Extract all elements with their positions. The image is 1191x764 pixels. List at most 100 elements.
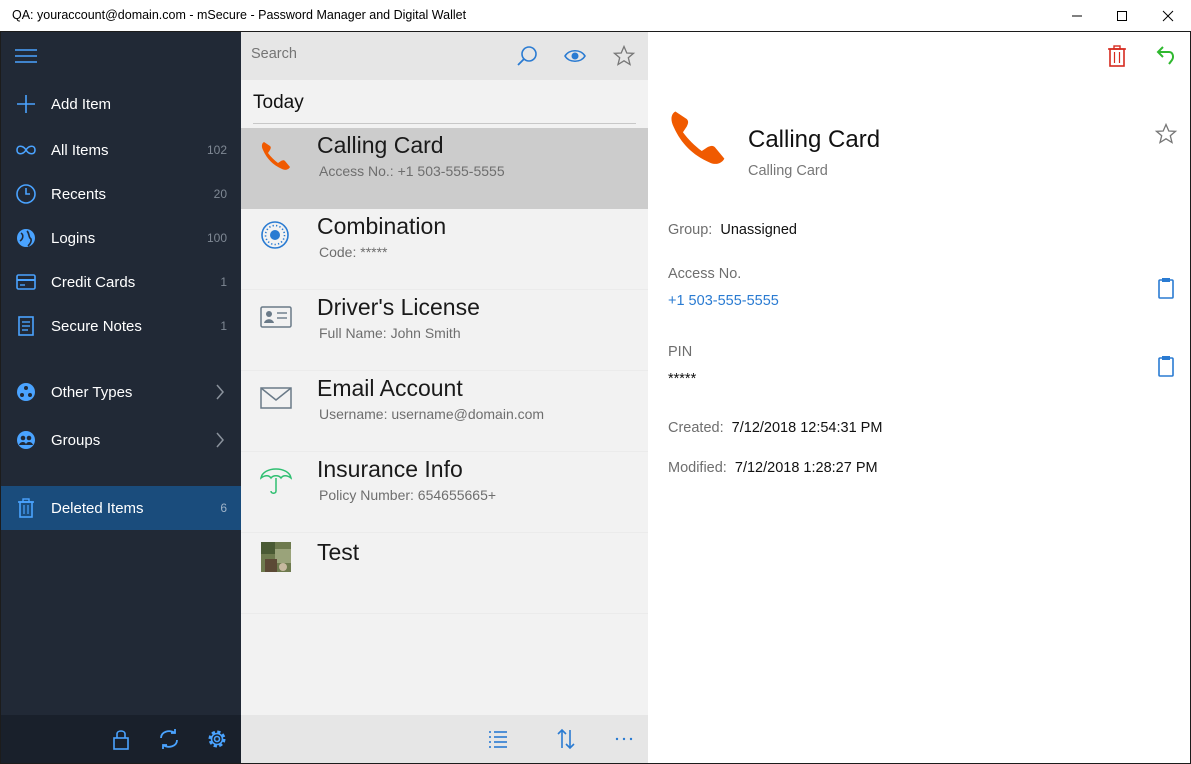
pin-value: *****: [668, 371, 697, 387]
list-item-title: Insurance Info: [317, 456, 463, 482]
sidebar-item-all-items[interactable]: All Items 102: [1, 128, 241, 172]
section-divider: [253, 123, 636, 124]
list-item-combination[interactable]: Combination Code: *****: [241, 209, 648, 290]
item-name: Calling Card: [748, 126, 881, 153]
item-count: 102: [206, 143, 227, 157]
item-count: 20: [213, 187, 227, 201]
search-bar: [241, 32, 648, 80]
chevron-right-icon: [216, 384, 224, 400]
list-item-subtitle: Access No.: +1 503-555-5555: [319, 163, 505, 179]
maximize-button[interactable]: [1099, 0, 1145, 32]
search-icon[interactable]: [515, 44, 539, 68]
access-number-label: Access No.: [668, 266, 742, 282]
list-item-subtitle: Full Name: John Smith: [319, 325, 461, 341]
list-view-icon[interactable]: [486, 727, 510, 751]
calling-card-phone-icon: [671, 111, 725, 164]
id-card-icon: [260, 306, 292, 328]
window-title: QA: youraccount@domain.com - mSecure - P…: [12, 8, 467, 22]
sidebar-item-secure-notes[interactable]: Secure Notes 1: [1, 304, 241, 348]
sidebar-item-label: Groups: [51, 431, 101, 449]
pin-label: PIN: [668, 344, 693, 360]
group-label: Group:: [668, 222, 713, 238]
list-item-email-account[interactable]: Email Account Username: username@domain.…: [241, 371, 648, 452]
created-field: Created: 7/12/2018 12:54:31 PM: [668, 420, 882, 436]
list-item-test[interactable]: Test: [241, 533, 648, 614]
item-count: 1: [220, 319, 227, 333]
sidebar-item-label: Deleted Items: [51, 499, 144, 517]
copy-clipboard-icon[interactable]: [1154, 276, 1178, 300]
infinity-icon: [16, 145, 36, 155]
list-item-drivers-license[interactable]: Driver's License Full Name: John Smith: [241, 290, 648, 371]
undo-icon[interactable]: [1153, 44, 1177, 68]
sidebar-item-deleted-items[interactable]: Deleted Items 6: [1, 486, 241, 530]
created-value: 7/12/2018 12:54:31 PM: [731, 420, 883, 436]
sidebar-item-add-item[interactable]: Add Item: [1, 82, 241, 126]
access-number-value[interactable]: +1 503-555-5555: [668, 293, 779, 309]
list-item-calling-card[interactable]: Calling Card Access No.: +1 503-555-5555: [241, 128, 648, 209]
sidebar-item-label: Credit Cards: [51, 273, 136, 291]
sidebar-item-credit-cards[interactable]: Credit Cards 1: [1, 260, 241, 304]
item-count: 1: [220, 275, 227, 289]
sidebar-item-groups[interactable]: Groups: [1, 418, 241, 462]
sidebar-item-logins[interactable]: Logins 100: [1, 216, 241, 260]
copy-clipboard-icon[interactable]: [1154, 354, 1178, 378]
list-item-subtitle: Username: username@domain.com: [319, 406, 545, 422]
other-types-icon: [17, 383, 35, 401]
clock-icon: [16, 184, 36, 204]
list-item-title: Test: [317, 539, 360, 565]
modified-label: Modified:: [668, 460, 727, 476]
umbrella-icon: [259, 468, 293, 494]
settings-icon[interactable]: [205, 727, 229, 751]
globe-icon: [17, 229, 35, 247]
sidebar-item-label: Secure Notes: [51, 317, 142, 335]
groups-icon: [17, 431, 35, 449]
list-item-insurance-info[interactable]: Insurance Info Policy Number: 654655665+: [241, 452, 648, 533]
favorite-star-icon[interactable]: [1154, 122, 1178, 146]
lock-icon[interactable]: [109, 727, 133, 751]
item-count: 6: [220, 501, 227, 515]
search-input[interactable]: [251, 46, 491, 62]
modified-value: 7/12/2018 1:28:27 PM: [734, 460, 878, 476]
sidebar-item-label: Logins: [51, 229, 96, 247]
title-bar: QA: youraccount@domain.com - mSecure - P…: [0, 0, 1191, 32]
sidebar-item-recents[interactable]: Recents 20: [1, 172, 241, 216]
credit-card-icon: [16, 274, 36, 290]
created-label: Created:: [668, 420, 724, 436]
sidebar-item-label: All Items: [51, 141, 109, 159]
sidebar-footer: [1, 715, 241, 763]
envelope-icon: [260, 387, 292, 409]
maximize-icon: [1117, 11, 1127, 21]
item-list-pane: Today Calling Card Access No.: +1 503-55…: [241, 32, 648, 763]
minimize-button[interactable]: [1054, 0, 1100, 32]
hamburger-menu-icon[interactable]: [15, 48, 37, 64]
list-item-subtitle: Policy Number: 654655665+: [319, 487, 497, 503]
phone-icon: [261, 142, 290, 170]
row-divider: [241, 613, 648, 614]
sidebar-item-label: Add Item: [51, 95, 112, 113]
chevron-right-icon: [216, 432, 224, 448]
note-icon: [18, 316, 34, 336]
detail-pane: Calling Card Calling Card Group: Unassig…: [648, 32, 1190, 763]
plus-icon: [17, 95, 35, 113]
sidebar: Add Item All Items 102 Recents 20 Logins…: [1, 32, 241, 763]
close-button[interactable]: [1145, 0, 1191, 32]
modified-field: Modified: 7/12/2018 1:28:27 PM: [668, 460, 878, 476]
sidebar-item-label: Recents: [51, 185, 107, 203]
list-footer: [241, 715, 648, 763]
item-count: 100: [206, 231, 227, 245]
list-item-title: Driver's License: [317, 294, 480, 320]
section-header-today: Today: [253, 92, 304, 113]
sort-icon[interactable]: [554, 727, 578, 751]
sync-icon[interactable]: [157, 727, 181, 751]
group-field: Group: Unassigned: [668, 222, 797, 238]
eye-icon[interactable]: [563, 44, 587, 68]
more-options-icon[interactable]: [612, 727, 636, 751]
delete-icon[interactable]: [1105, 44, 1129, 68]
photo-thumbnail-icon: [261, 542, 291, 572]
star-icon[interactable]: [612, 44, 636, 68]
sidebar-item-other-types[interactable]: Other Types: [1, 370, 241, 414]
minimize-icon: [1072, 15, 1082, 17]
list-item-subtitle: Code: *****: [319, 244, 388, 260]
item-type: Calling Card: [748, 163, 828, 179]
close-icon: [1162, 10, 1174, 22]
